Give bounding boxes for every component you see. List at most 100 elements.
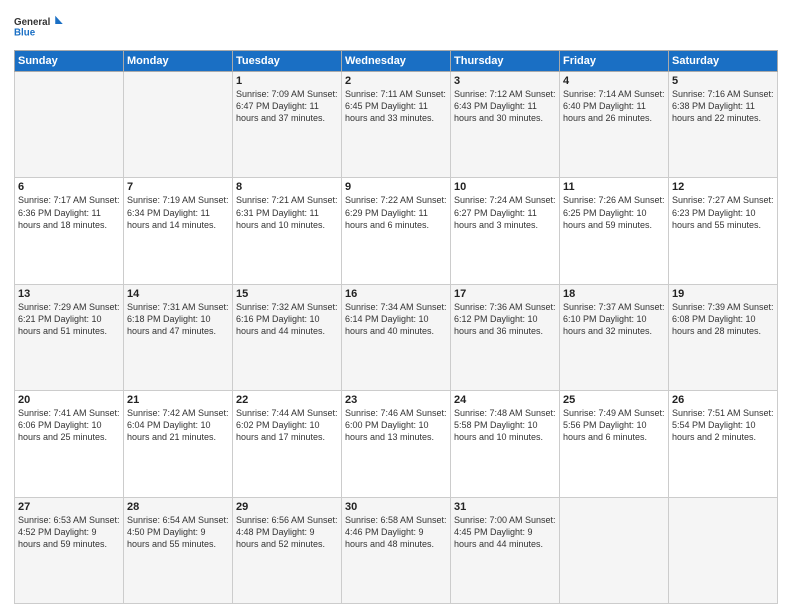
day-detail: Sunrise: 6:53 AM Sunset: 4:52 PM Dayligh…	[18, 514, 120, 550]
weekday-header-row: SundayMondayTuesdayWednesdayThursdayFrid…	[15, 51, 778, 72]
day-detail: Sunrise: 7:37 AM Sunset: 6:10 PM Dayligh…	[563, 301, 665, 337]
day-detail: Sunrise: 7:00 AM Sunset: 4:45 PM Dayligh…	[454, 514, 556, 550]
day-number: 23	[345, 394, 447, 406]
day-detail: Sunrise: 7:29 AM Sunset: 6:21 PM Dayligh…	[18, 301, 120, 337]
day-number: 27	[18, 501, 120, 513]
calendar-cell: 15Sunrise: 7:32 AM Sunset: 6:16 PM Dayli…	[233, 284, 342, 390]
calendar-cell: 18Sunrise: 7:37 AM Sunset: 6:10 PM Dayli…	[560, 284, 669, 390]
calendar-cell: 4Sunrise: 7:14 AM Sunset: 6:40 PM Daylig…	[560, 72, 669, 178]
day-number: 28	[127, 501, 229, 513]
calendar-cell: 21Sunrise: 7:42 AM Sunset: 6:04 PM Dayli…	[124, 391, 233, 497]
day-detail: Sunrise: 7:14 AM Sunset: 6:40 PM Dayligh…	[563, 88, 665, 124]
day-detail: Sunrise: 7:46 AM Sunset: 6:00 PM Dayligh…	[345, 407, 447, 443]
weekday-header-monday: Monday	[124, 51, 233, 72]
week-row-3: 13Sunrise: 7:29 AM Sunset: 6:21 PM Dayli…	[15, 284, 778, 390]
svg-text:General: General	[14, 17, 51, 28]
day-detail: Sunrise: 7:27 AM Sunset: 6:23 PM Dayligh…	[672, 194, 774, 230]
page-header: GeneralBlue	[14, 10, 778, 44]
day-detail: Sunrise: 7:31 AM Sunset: 6:18 PM Dayligh…	[127, 301, 229, 337]
day-detail: Sunrise: 7:34 AM Sunset: 6:14 PM Dayligh…	[345, 301, 447, 337]
day-number: 20	[18, 394, 120, 406]
calendar-cell: 12Sunrise: 7:27 AM Sunset: 6:23 PM Dayli…	[669, 178, 778, 284]
calendar-body: 1Sunrise: 7:09 AM Sunset: 6:47 PM Daylig…	[15, 72, 778, 604]
calendar-cell: 26Sunrise: 7:51 AM Sunset: 5:54 PM Dayli…	[669, 391, 778, 497]
calendar-cell: 31Sunrise: 7:00 AM Sunset: 4:45 PM Dayli…	[451, 497, 560, 603]
day-number: 17	[454, 288, 556, 300]
day-number: 31	[454, 501, 556, 513]
day-detail: Sunrise: 7:12 AM Sunset: 6:43 PM Dayligh…	[454, 88, 556, 124]
day-number: 4	[563, 75, 665, 87]
weekday-header-saturday: Saturday	[669, 51, 778, 72]
week-row-1: 1Sunrise: 7:09 AM Sunset: 6:47 PM Daylig…	[15, 72, 778, 178]
day-number: 24	[454, 394, 556, 406]
day-number: 19	[672, 288, 774, 300]
day-number: 29	[236, 501, 338, 513]
weekday-header-friday: Friday	[560, 51, 669, 72]
day-detail: Sunrise: 7:48 AM Sunset: 5:58 PM Dayligh…	[454, 407, 556, 443]
day-number: 21	[127, 394, 229, 406]
weekday-header-sunday: Sunday	[15, 51, 124, 72]
day-number: 26	[672, 394, 774, 406]
day-detail: Sunrise: 7:11 AM Sunset: 6:45 PM Dayligh…	[345, 88, 447, 124]
day-number: 12	[672, 181, 774, 193]
week-row-5: 27Sunrise: 6:53 AM Sunset: 4:52 PM Dayli…	[15, 497, 778, 603]
day-number: 11	[563, 181, 665, 193]
day-number: 7	[127, 181, 229, 193]
week-row-4: 20Sunrise: 7:41 AM Sunset: 6:06 PM Dayli…	[15, 391, 778, 497]
day-detail: Sunrise: 6:58 AM Sunset: 4:46 PM Dayligh…	[345, 514, 447, 550]
calendar-cell: 6Sunrise: 7:17 AM Sunset: 6:36 PM Daylig…	[15, 178, 124, 284]
day-detail: Sunrise: 7:09 AM Sunset: 6:47 PM Dayligh…	[236, 88, 338, 124]
calendar-cell: 28Sunrise: 6:54 AM Sunset: 4:50 PM Dayli…	[124, 497, 233, 603]
day-number: 13	[18, 288, 120, 300]
calendar-cell: 29Sunrise: 6:56 AM Sunset: 4:48 PM Dayli…	[233, 497, 342, 603]
weekday-header-tuesday: Tuesday	[233, 51, 342, 72]
calendar-cell: 17Sunrise: 7:36 AM Sunset: 6:12 PM Dayli…	[451, 284, 560, 390]
day-detail: Sunrise: 7:24 AM Sunset: 6:27 PM Dayligh…	[454, 194, 556, 230]
day-number: 9	[345, 181, 447, 193]
calendar-cell	[669, 497, 778, 603]
calendar-cell: 7Sunrise: 7:19 AM Sunset: 6:34 PM Daylig…	[124, 178, 233, 284]
logo-svg: GeneralBlue	[14, 10, 74, 44]
calendar-cell	[560, 497, 669, 603]
day-number: 16	[345, 288, 447, 300]
calendar-cell: 5Sunrise: 7:16 AM Sunset: 6:38 PM Daylig…	[669, 72, 778, 178]
calendar-cell: 10Sunrise: 7:24 AM Sunset: 6:27 PM Dayli…	[451, 178, 560, 284]
day-detail: Sunrise: 7:36 AM Sunset: 6:12 PM Dayligh…	[454, 301, 556, 337]
calendar-cell: 16Sunrise: 7:34 AM Sunset: 6:14 PM Dayli…	[342, 284, 451, 390]
day-number: 2	[345, 75, 447, 87]
calendar-cell	[15, 72, 124, 178]
day-number: 15	[236, 288, 338, 300]
day-number: 5	[672, 75, 774, 87]
day-number: 8	[236, 181, 338, 193]
day-number: 10	[454, 181, 556, 193]
calendar-cell: 25Sunrise: 7:49 AM Sunset: 5:56 PM Dayli…	[560, 391, 669, 497]
day-detail: Sunrise: 7:49 AM Sunset: 5:56 PM Dayligh…	[563, 407, 665, 443]
svg-text:Blue: Blue	[14, 27, 36, 38]
calendar-cell: 23Sunrise: 7:46 AM Sunset: 6:00 PM Dayli…	[342, 391, 451, 497]
calendar-cell	[124, 72, 233, 178]
day-number: 30	[345, 501, 447, 513]
weekday-header-wednesday: Wednesday	[342, 51, 451, 72]
day-number: 25	[563, 394, 665, 406]
day-detail: Sunrise: 7:17 AM Sunset: 6:36 PM Dayligh…	[18, 194, 120, 230]
day-number: 1	[236, 75, 338, 87]
day-detail: Sunrise: 7:26 AM Sunset: 6:25 PM Dayligh…	[563, 194, 665, 230]
day-number: 6	[18, 181, 120, 193]
day-detail: Sunrise: 7:41 AM Sunset: 6:06 PM Dayligh…	[18, 407, 120, 443]
calendar-cell: 30Sunrise: 6:58 AM Sunset: 4:46 PM Dayli…	[342, 497, 451, 603]
calendar-cell: 22Sunrise: 7:44 AM Sunset: 6:02 PM Dayli…	[233, 391, 342, 497]
weekday-header-thursday: Thursday	[451, 51, 560, 72]
logo: GeneralBlue	[14, 10, 74, 44]
day-detail: Sunrise: 7:16 AM Sunset: 6:38 PM Dayligh…	[672, 88, 774, 124]
calendar-cell: 24Sunrise: 7:48 AM Sunset: 5:58 PM Dayli…	[451, 391, 560, 497]
day-detail: Sunrise: 7:22 AM Sunset: 6:29 PM Dayligh…	[345, 194, 447, 230]
calendar-cell: 3Sunrise: 7:12 AM Sunset: 6:43 PM Daylig…	[451, 72, 560, 178]
day-number: 14	[127, 288, 229, 300]
day-detail: Sunrise: 7:51 AM Sunset: 5:54 PM Dayligh…	[672, 407, 774, 443]
calendar: SundayMondayTuesdayWednesdayThursdayFrid…	[14, 50, 778, 604]
day-detail: Sunrise: 6:54 AM Sunset: 4:50 PM Dayligh…	[127, 514, 229, 550]
calendar-cell: 2Sunrise: 7:11 AM Sunset: 6:45 PM Daylig…	[342, 72, 451, 178]
calendar-cell: 19Sunrise: 7:39 AM Sunset: 6:08 PM Dayli…	[669, 284, 778, 390]
calendar-cell: 8Sunrise: 7:21 AM Sunset: 6:31 PM Daylig…	[233, 178, 342, 284]
day-detail: Sunrise: 7:42 AM Sunset: 6:04 PM Dayligh…	[127, 407, 229, 443]
